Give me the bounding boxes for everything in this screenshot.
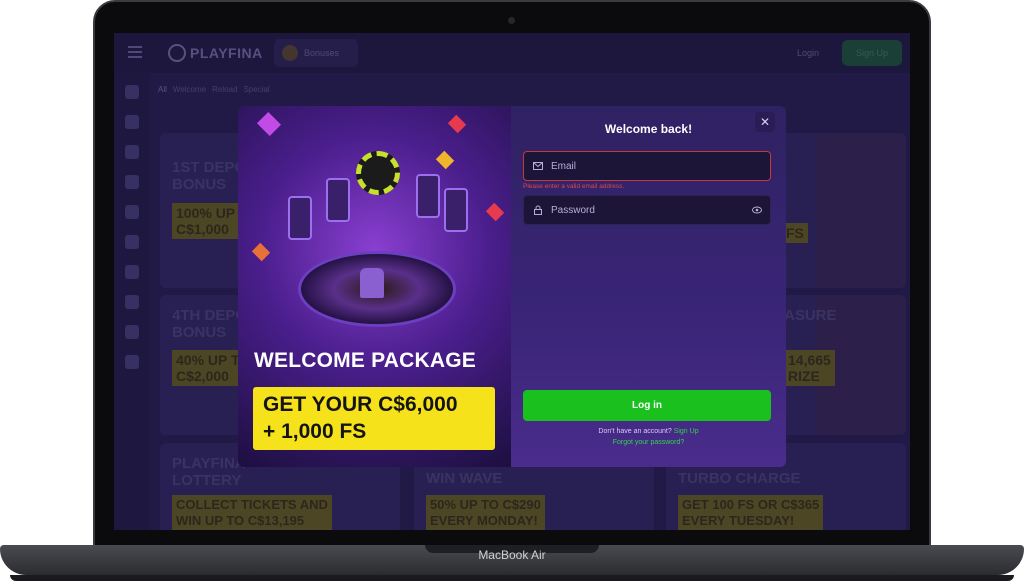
screen: PLAYFINA Bonuses Login Sign Up All Welco… <box>114 33 910 530</box>
casino-chip-icon <box>356 151 400 195</box>
laptop-foot <box>10 575 1014 581</box>
lock-icon <box>534 205 542 215</box>
promo-offer-line-1: GET YOUR C$6,000 <box>263 393 458 416</box>
gem-icon <box>447 114 467 134</box>
email-placeholder: Email <box>551 161 577 172</box>
slot-machine <box>416 174 440 218</box>
slot-machine <box>288 196 312 240</box>
email-error: Please enter a valid email address. <box>523 183 625 190</box>
promo-title: WELCOME PACKAGE <box>254 349 476 372</box>
promo-panel: WELCOME PACKAGE GET YOUR C$6,000 + 1,000… <box>238 106 511 467</box>
forgot-password-row: Forgot your password? <box>511 439 786 446</box>
promo-offer-line-2: + 1,000 FS <box>263 420 367 443</box>
gem-icon <box>256 111 282 137</box>
gem-icon <box>485 202 505 222</box>
promo-offer: GET YOUR C$6,000 + 1,000 FS <box>253 387 495 450</box>
slot-machine <box>326 178 350 222</box>
login-form: ✕ Welcome back! Email Please enter a val… <box>511 106 786 467</box>
login-modal: WELCOME PACKAGE GET YOUR C$6,000 + 1,000… <box>238 106 786 467</box>
gem-icon <box>251 242 271 262</box>
roulette-center <box>360 268 384 298</box>
slot-machine <box>444 188 468 232</box>
forgot-password-link[interactable]: Forgot your password? <box>613 439 685 446</box>
signup-link[interactable]: Sign Up <box>674 428 699 435</box>
signup-prompt: Don't have an account? Sign Up <box>511 428 786 435</box>
password-placeholder: Password <box>551 205 595 216</box>
password-field[interactable]: Password <box>523 195 771 225</box>
email-field[interactable]: Email <box>523 151 771 181</box>
login-submit-button[interactable]: Log in <box>523 390 771 421</box>
camera-dot <box>508 17 515 24</box>
eye-icon[interactable] <box>752 206 762 214</box>
form-title: Welcome back! <box>604 122 693 136</box>
coin-icon <box>435 150 455 170</box>
no-account-text: Don't have an account? <box>598 428 672 435</box>
mail-icon <box>533 162 543 170</box>
model-label: MacBook Air <box>478 548 546 562</box>
